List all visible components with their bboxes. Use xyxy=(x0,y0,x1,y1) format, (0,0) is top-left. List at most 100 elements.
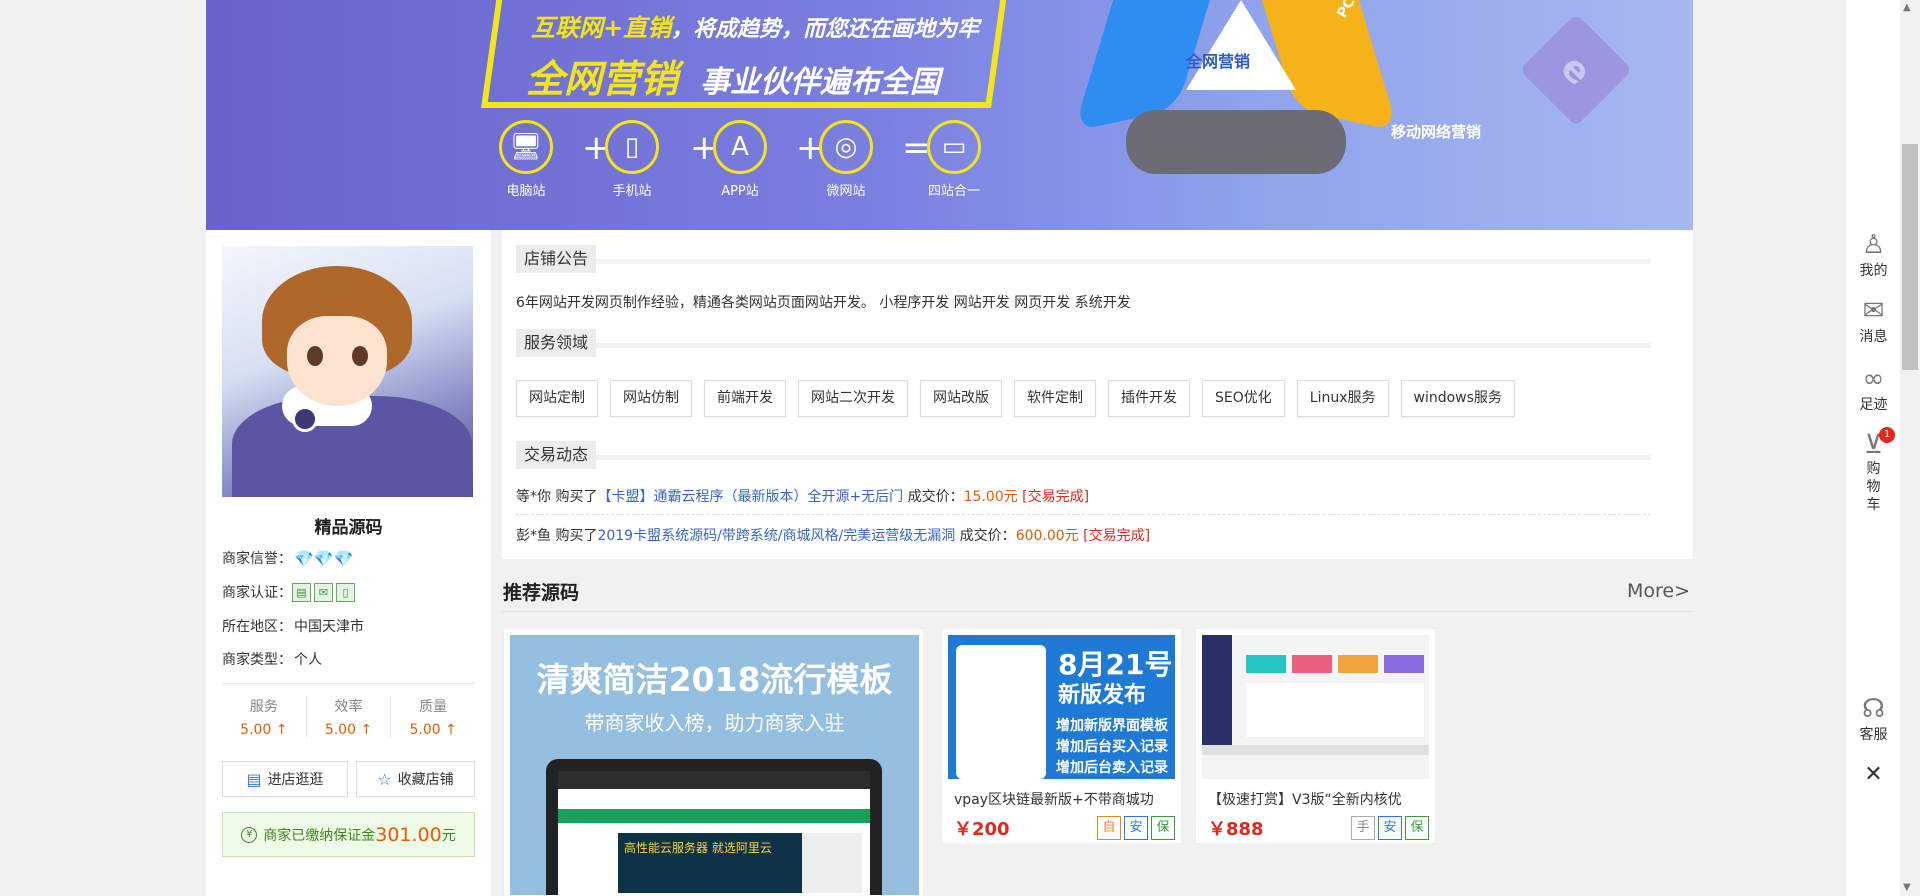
product-name[interactable]: vpay区块链最新版+不带商城功 xyxy=(948,789,1175,809)
product-badges: 自 安 保 xyxy=(1094,816,1175,840)
service-tag[interactable]: windows服务 xyxy=(1400,380,1515,417)
service-tag[interactable]: 插件开发 xyxy=(1108,380,1190,417)
service-tag[interactable]: 网站二次开发 xyxy=(798,380,908,417)
image-line: 增加新版界面模板 xyxy=(1056,718,1168,734)
close-icon[interactable]: ✕ xyxy=(1846,762,1901,787)
sidebar-item-messages[interactable]: ✉ 消息 xyxy=(1846,296,1901,346)
avatar-coat-button xyxy=(292,406,318,432)
trades-title: 交易动态 xyxy=(516,441,597,469)
shop-info-card: 精品源码 商家信誉： 💎💎💎 商家认证： ▤ ✉ ▯ 所在地区： 中国天津市 商… xyxy=(206,230,491,896)
shop-avatar[interactable] xyxy=(222,246,473,497)
product-card[interactable]: 8月21号 新版发布 增加新版界面模板 增加后台买入记录 增加后台卖入记录 vp… xyxy=(941,628,1182,844)
notice-title: 店铺公告 xyxy=(516,245,597,273)
trade-row: 彭*鱼 购买了2019卡盟系统源码/带跨系统/商城风格/完美运营级无漏洞 成交价… xyxy=(516,525,1150,545)
site-label: APP站 xyxy=(721,184,759,199)
cart-count-badge: 1 xyxy=(1879,427,1895,443)
shop-name: 精品源码 xyxy=(314,518,383,538)
laptop-screen: 高性能云服务器 就选阿里云 xyxy=(558,771,870,895)
scrollbar-thumb[interactable] xyxy=(1902,144,1918,370)
type-label: 商家类型： xyxy=(222,652,292,668)
region-value: 中国天津市 xyxy=(294,619,364,635)
badge-manual: 手 xyxy=(1351,816,1375,840)
mail-icon: ✉ xyxy=(1862,296,1885,326)
service-tag[interactable]: Linux服务 xyxy=(1296,380,1389,417)
trade-status: [交易完成] xyxy=(1017,489,1090,505)
diamond-icon: 💎💎💎 xyxy=(294,548,354,568)
more-link[interactable]: More> xyxy=(1627,580,1690,602)
sidebar-item-cart[interactable]: ⊻ 1 购物车 xyxy=(1846,427,1901,514)
sidebar-label: 我的 xyxy=(1859,263,1888,279)
credit-label: 商家信誉： xyxy=(222,551,292,567)
screen-header xyxy=(558,771,870,789)
service-tag[interactable]: 网站定制 xyxy=(516,380,598,417)
dashboard-tile xyxy=(1338,655,1378,673)
id-cert-icon: ▤ xyxy=(292,582,311,602)
service-tag[interactable]: 网站改版 xyxy=(920,380,1002,417)
shop-detail-panel: 店铺公告 6年网站开发网页制作经验，精通各类网站页面网站开发。 小程序开发 网站… xyxy=(502,230,1693,559)
site-all: ▭ 四站合一 xyxy=(914,120,994,199)
wechat-icon: ◎ xyxy=(819,120,873,174)
dashboard-panel xyxy=(1246,683,1424,737)
score-label: 效率 xyxy=(334,699,363,715)
cert-row: 商家认证： ▤ ✉ ▯ xyxy=(222,582,358,602)
deposit-text: 商家已缴纳保证金 xyxy=(263,827,376,844)
store-icon: ▤ xyxy=(246,769,262,789)
dashboard-tile xyxy=(1292,655,1332,673)
triangle-mobile-label: 移动网络营销 xyxy=(1391,123,1482,141)
site-label: 四站合一 xyxy=(927,184,980,199)
favorite-shop-button[interactable]: ☆ 收藏店铺 xyxy=(356,761,475,797)
site-app: A APP站 xyxy=(700,120,780,199)
shop-banner: 互联网+直销，将成趋势，而您还在画地为牢 全网营销 事业伙伴遍布全国 🖥 电脑站 … xyxy=(206,0,1693,230)
site-wechat: ◎ 微网站 xyxy=(806,120,886,199)
service-tag[interactable]: SEO优化 xyxy=(1202,380,1285,417)
devices-icon: ▭ xyxy=(927,120,981,174)
score-label: 服务 xyxy=(249,699,278,715)
product-name[interactable]: 【极速打赏】V3版“全新内核优 xyxy=(1202,789,1429,809)
star-icon: ☆ xyxy=(377,769,392,789)
enter-shop-button[interactable]: ▤ 进店逛逛 xyxy=(222,761,348,797)
product-footer: ￥888 手 安 保 xyxy=(1202,815,1429,841)
monitor-icon: 🖥 xyxy=(499,120,553,174)
trade-verb: 购买了 xyxy=(551,528,598,544)
service-tag[interactable]: 前端开发 xyxy=(704,380,786,417)
product-image: 8月21号 新版发布 增加新版界面模板 增加后台买入记录 增加后台卖入记录 xyxy=(948,635,1175,779)
enter-shop-label: 进店逛逛 xyxy=(267,772,324,788)
app-icon: A xyxy=(713,120,767,174)
product-card[interactable]: 【极速打赏】V3版“全新内核优 ￥888 手 安 保 xyxy=(1195,628,1436,844)
sidebar-item-footprint[interactable]: ∞ 足迹 xyxy=(1846,364,1901,414)
dashboard-sidebar xyxy=(1202,635,1232,745)
favorite-shop-label: 收藏店铺 xyxy=(397,772,454,788)
sidebar-item-service[interactable]: ☊ 客服 xyxy=(1846,694,1901,744)
triangle-gray-side xyxy=(1126,110,1346,174)
trade-product-link[interactable]: 2019卡盟系统源码/带跨系统/商城风格/完美运营级无漏洞 xyxy=(597,528,955,544)
product-card-featured[interactable]: 清爽简洁2018流行模板 带商家收入榜，助力商家入驻 高性能云服务器 就选阿里云 xyxy=(503,628,924,896)
phone-cert-icon: ▯ xyxy=(336,582,355,602)
type-value: 个人 xyxy=(294,652,322,668)
service-tags: 网站定制 网站仿制 前端开发 网站二次开发 网站改版 软件定制 插件开发 SEO… xyxy=(516,380,1527,417)
trade-product-link[interactable]: 【卡盟】通霸云程序（最新版本）全开源+无后门 xyxy=(597,489,903,505)
dashboard-bar xyxy=(1202,745,1429,755)
shop-scores: 服务 5.00 ↑ 效率 5.00 ↑ 质量 5.00 ↑ xyxy=(222,696,475,738)
type-row: 商家类型： 个人 xyxy=(222,649,322,669)
trade-row: 等*你 购买了【卡盟】通霸云程序（最新版本）全开源+无后门 成交价：15.00元… xyxy=(516,486,1089,506)
banner-headline: 互联网+直销，将成趋势，而您还在画地为牢 xyxy=(531,8,979,43)
image-release: 新版发布 xyxy=(1058,683,1147,708)
sidebar-label: 购物车 xyxy=(1866,461,1881,513)
laptop-mockup: 高性能云服务器 就选阿里云 xyxy=(546,759,882,895)
headset-icon: ☊ xyxy=(1861,694,1886,724)
sidebar-label: 消息 xyxy=(1859,329,1888,345)
product-footer: ￥200 自 安 保 xyxy=(948,815,1175,841)
scrollbar[interactable] xyxy=(1900,0,1920,896)
badge-guarantee: 保 xyxy=(1405,816,1429,840)
scroll-up-icon[interactable]: ▲ xyxy=(1903,2,1911,13)
score-value: 5.00 ↑ xyxy=(324,722,373,738)
scroll-down-icon[interactable]: ▼ xyxy=(1903,882,1911,893)
banner-slogan-b: 事业伙伴遍布全国 xyxy=(700,65,941,100)
page: 互联网+直销，将成趋势，而您还在画地为牢 全网营销 事业伙伴遍布全国 🖥 电脑站 … xyxy=(0,0,1920,896)
score-label: 质量 xyxy=(419,699,448,715)
service-tag[interactable]: 网站仿制 xyxy=(610,380,692,417)
sidebar-item-mine[interactable]: ♙ 我的 xyxy=(1846,230,1901,280)
featured-image-title: 清爽简洁2018流行模板 xyxy=(536,660,893,699)
service-tag[interactable]: 软件定制 xyxy=(1014,380,1096,417)
right-toolbar: ♙ 我的 ✉ 消息 ∞ 足迹 ⊻ 1 购物车 ☊ 客服 ✕ xyxy=(1845,0,1900,896)
